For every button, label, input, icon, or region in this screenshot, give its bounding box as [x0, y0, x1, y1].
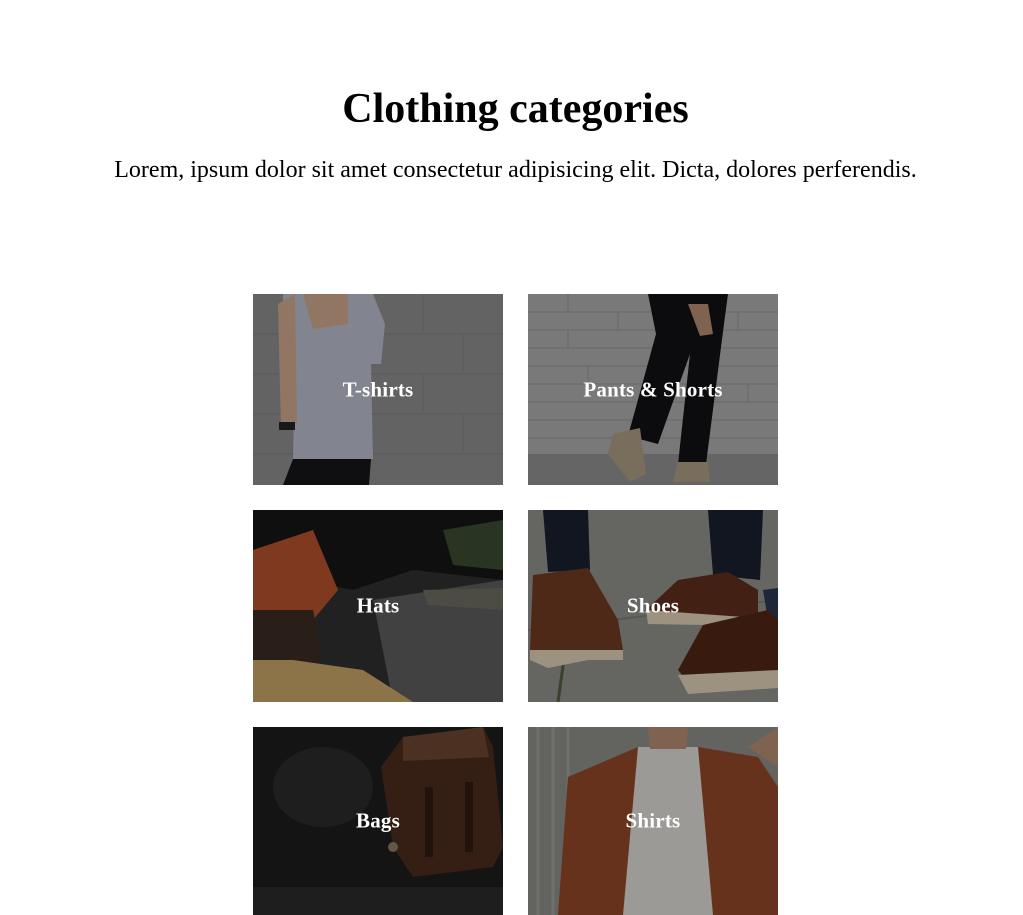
- category-label: T-shirts: [342, 377, 414, 401]
- category-label: Hats: [356, 593, 400, 618]
- category-card-bags[interactable]: Bags: [253, 727, 503, 915]
- category-card-hats[interactable]: Hats: [253, 510, 503, 702]
- category-grid: T-shirts Pants & Shorts Hats Shoes Bags …: [253, 294, 778, 915]
- category-label: Shoes: [626, 593, 680, 618]
- category-card-tshirts[interactable]: T-shirts: [253, 294, 503, 485]
- category-label: Shirts: [625, 808, 681, 833]
- category-card-pants-shorts[interactable]: Pants & Shorts: [528, 294, 778, 485]
- page-title: Clothing categories: [342, 86, 689, 132]
- category-label: Pants & Shorts: [583, 377, 723, 401]
- category-label: Bags: [356, 808, 400, 833]
- category-card-shirts[interactable]: Shirts: [528, 727, 778, 915]
- page-subtitle: Lorem, ipsum dolor sit amet consectetur …: [114, 157, 917, 183]
- category-card-shoes[interactable]: Shoes: [528, 510, 778, 702]
